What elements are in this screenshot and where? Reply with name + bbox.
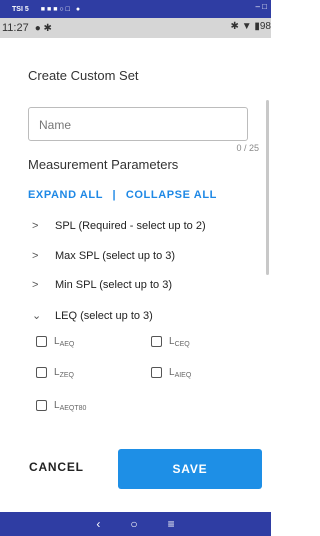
emulator-title-bar: TSI 5 ■■■○□ ● – □ — [0, 0, 271, 18]
status-right-icons: ✱ ▼ ▮98 — [230, 21, 271, 32]
checkbox-lceq[interactable] — [151, 336, 162, 347]
emulator-toolbar-icons[interactable]: ■■■○□ ● — [41, 6, 82, 13]
param-spl[interactable]: > SPL (Required - select up to 2) — [32, 220, 206, 232]
character-counter: 0 / 25 — [236, 143, 259, 153]
param-label: SPL (Required - select up to 2) — [55, 220, 206, 232]
separator: | — [112, 189, 117, 201]
name-input[interactable]: Name — [28, 107, 248, 141]
param-max-spl[interactable]: > Max SPL (select up to 3) — [32, 250, 175, 262]
chevron-right-icon: > — [32, 220, 39, 232]
checkbox-label-lzeq: LZEQ — [54, 367, 74, 379]
param-label: Max SPL (select up to 3) — [55, 250, 176, 262]
checkbox-label-laeqt80: LAEQT80 — [54, 400, 87, 412]
back-icon[interactable]: ‹ — [96, 517, 100, 531]
param-min-spl[interactable]: > Min SPL (select up to 3) — [32, 279, 172, 291]
param-leq[interactable]: ⌄ LEQ (select up to 3) — [32, 309, 153, 322]
status-bar: 11:27 ● ✱ ✱ ▼ ▮98 — [0, 18, 271, 38]
window-controls[interactable]: – □ — [255, 2, 267, 11]
checkbox-laieq[interactable] — [151, 367, 162, 378]
chevron-right-icon: > — [32, 279, 39, 291]
cancel-button[interactable]: CANCEL — [29, 460, 84, 474]
status-time: 11:27 — [2, 22, 29, 34]
save-button[interactable]: SAVE — [118, 449, 262, 489]
navigation-bar: ‹ ○ ≡ — [0, 512, 271, 536]
chevron-right-icon: > — [32, 250, 39, 262]
expand-collapse-row: EXPAND ALL | COLLAPSE ALL — [28, 189, 217, 201]
recents-icon[interactable]: ≡ — [168, 517, 175, 531]
page-title: Create Custom Set — [28, 68, 139, 83]
expand-all-button[interactable]: EXPAND ALL — [28, 189, 103, 201]
chevron-down-icon: ⌄ — [32, 310, 42, 322]
checkbox-label-laieq: LAIEQ — [169, 367, 192, 379]
checkbox-lzeq[interactable] — [36, 367, 47, 378]
param-label: Min SPL (select up to 3) — [55, 279, 172, 291]
checkbox-label-lceq: LCEQ — [169, 336, 190, 348]
scrollbar[interactable] — [266, 100, 269, 275]
status-left-icons: ● ✱ — [34, 22, 52, 34]
checkbox-laeqt80[interactable] — [36, 400, 47, 411]
home-icon[interactable]: ○ — [130, 517, 137, 531]
emulator-title: TSI 5 — [12, 5, 29, 13]
collapse-all-button[interactable]: COLLAPSE ALL — [126, 189, 217, 201]
name-input-placeholder: Name — [39, 118, 72, 132]
checkbox-label-laeq: LAEQ — [54, 336, 75, 348]
checkbox-laeq[interactable] — [36, 336, 47, 347]
param-label: LEQ (select up to 3) — [55, 310, 153, 322]
section-title: Measurement Parameters — [28, 157, 179, 172]
